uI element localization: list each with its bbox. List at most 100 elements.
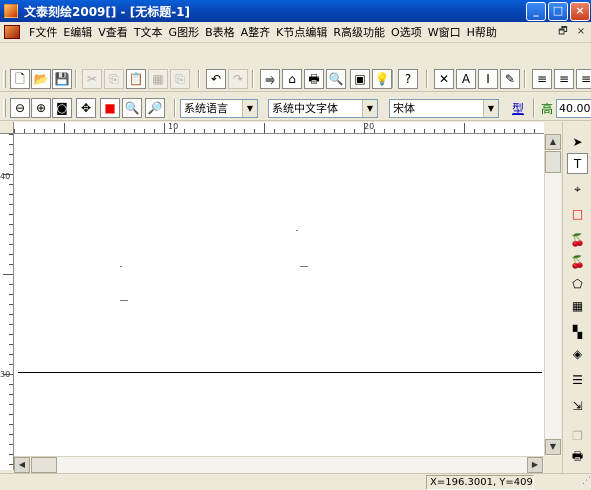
font-type-link[interactable]: 型 (512, 100, 524, 117)
save-icon[interactable]: 💾 (52, 69, 72, 89)
zoom-in-icon[interactable]: ⊕ (31, 98, 51, 118)
title-bar[interactable]: 文泰刻绘2009[] - [无标题-1] _ □ × (0, 0, 591, 22)
menu-item[interactable]: W窗口 (425, 25, 464, 40)
open-folder-icon[interactable]: 📂 (31, 69, 51, 89)
ruler-tick (9, 334, 13, 335)
menu-item[interactable]: K节点编辑 (273, 25, 330, 40)
cut-icon[interactable]: ✂ (82, 69, 102, 89)
canvas-mark (120, 300, 128, 301)
align-right-icon[interactable]: ≡ (576, 69, 591, 89)
zoom-out-icon[interactable]: ⊖ (10, 98, 30, 118)
color-fill-icon[interactable]: ■ (100, 98, 120, 118)
scroll-down-button[interactable]: ▼ (545, 439, 561, 455)
vertical-scroll-thumb[interactable] (545, 151, 561, 173)
chevron-down-icon[interactable]: ▼ (242, 100, 257, 117)
align-tool-icon[interactable]: ☰ (567, 369, 588, 390)
ruler-tick (9, 284, 13, 285)
menu-item[interactable]: R高级功能 (330, 25, 388, 40)
plotter-output-icon[interactable]: ▣ (350, 69, 370, 89)
menu-item[interactable]: T文本 (131, 25, 166, 40)
minimize-button[interactable]: _ (526, 2, 546, 21)
align-left-icon[interactable]: ≡ (532, 69, 552, 89)
undo-icon[interactable]: ↶ (206, 69, 226, 89)
vertical-scrollbar[interactable]: ▲ ▼ (544, 134, 561, 456)
import-icon[interactable]: ⥤ (260, 69, 280, 89)
menu-item[interactable]: O选项 (388, 25, 425, 40)
ruler-tick (9, 354, 13, 355)
chevron-down-icon[interactable]: ▼ (483, 100, 498, 117)
ruler-tick (214, 129, 215, 133)
horizontal-ruler[interactable]: 10 20 (14, 122, 544, 134)
menu-item[interactable]: E编辑 (60, 25, 95, 40)
cherry-green-icon[interactable]: 🍒 (567, 251, 588, 272)
font-select[interactable]: 宋体 ▼ (389, 99, 499, 118)
menu-item[interactable]: F文件 (26, 25, 60, 40)
table-tool-icon[interactable]: ▦ (567, 295, 588, 316)
scroll-left-button[interactable]: ◀ (14, 457, 30, 473)
font-group-select[interactable]: 系统中文字体 ▼ (268, 99, 378, 118)
language-select[interactable]: 系统语言 ▼ (180, 99, 258, 118)
toolbar-grip[interactable] (3, 99, 6, 117)
vertical-ruler[interactable]: 40 30 (0, 134, 14, 470)
mdi-restore-button[interactable]: 🗗 (556, 26, 570, 39)
select-arrow-icon[interactable]: ➤ (567, 131, 588, 152)
text-tool-icon[interactable]: T (567, 153, 588, 174)
shape-tool-icon[interactable]: ⬠ (567, 273, 588, 294)
cherry-red-icon[interactable]: 🍒 (567, 229, 588, 250)
horizontal-scrollbar[interactable]: ◀ ▶ (14, 456, 544, 473)
zoom-fit-icon[interactable]: ◙ (52, 98, 72, 118)
rectangle-tool-icon[interactable]: □ (567, 203, 588, 224)
export-tool-icon[interactable]: ⇲ (567, 395, 588, 416)
ruler-tick (234, 129, 235, 133)
menu-item[interactable]: H帮助 (464, 25, 500, 40)
chevron-down-icon[interactable]: ▼ (362, 100, 377, 117)
ruler-tick (164, 123, 165, 133)
ruler-tick (9, 184, 13, 185)
print-tool-icon[interactable]: 🖶 (567, 447, 588, 468)
print-icon[interactable]: 🖶 (304, 69, 324, 89)
paste-icon[interactable]: 📋 (126, 69, 146, 89)
ruler-tick (294, 129, 295, 133)
document-icon[interactable] (4, 25, 20, 39)
menu-item[interactable]: G图形 (166, 25, 203, 40)
print-preview-icon[interactable]: 🔍 (326, 69, 346, 89)
close-button[interactable]: × (570, 2, 590, 21)
color-palette-icon[interactable]: ▚ (567, 321, 588, 342)
toolbar-grip[interactable] (3, 70, 6, 88)
cursor-coordinates: X=196.3001, Y=409." (426, 475, 534, 490)
paste-special-icon[interactable]: ▦ (148, 69, 168, 89)
ruler-tick (484, 129, 485, 133)
maximize-button[interactable]: □ (548, 2, 568, 21)
node-edit-icon[interactable]: ⌖ (567, 179, 588, 200)
tip-bulb-icon[interactable]: 💡 (372, 69, 392, 89)
help-icon[interactable]: ? (398, 69, 418, 89)
ruler-label: 40 (0, 172, 11, 181)
copy-icon[interactable]: ⎘ (104, 69, 124, 89)
edit-text-icon[interactable]: ✎ (500, 69, 520, 89)
menu-item[interactable]: B表格 (202, 25, 238, 40)
italic-icon[interactable]: I (478, 69, 498, 89)
menu-item[interactable]: A整齐 (238, 25, 274, 40)
resize-grip-icon[interactable]: ⋰ (577, 476, 591, 490)
toolbar-separator (174, 99, 176, 117)
paste-link-icon[interactable]: ⎘ (170, 69, 190, 89)
new-file-icon[interactable]: 🗋 (10, 69, 30, 89)
layers-disabled-icon[interactable]: ❐ (567, 425, 588, 446)
menu-item[interactable]: V查看 (95, 25, 131, 40)
horizontal-scroll-thumb[interactable] (31, 457, 57, 473)
fill-bucket-icon[interactable]: ◈ (567, 343, 588, 364)
align-center-icon[interactable]: ≡ (554, 69, 574, 89)
snap-tool-icon[interactable]: ✕ (434, 69, 454, 89)
text-frame-icon[interactable]: A (456, 69, 476, 89)
redo-icon[interactable]: ↷ (228, 69, 248, 89)
drawing-canvas[interactable] (14, 134, 544, 456)
zoom-page-icon[interactable]: 🔎 (145, 98, 165, 118)
ruler-tick (9, 384, 13, 385)
scroll-right-button[interactable]: ▶ (527, 457, 543, 473)
zoom-select-icon[interactable]: 🔍 (122, 98, 142, 118)
scroll-up-button[interactable]: ▲ (545, 134, 561, 150)
height-input[interactable]: 40.000 (556, 99, 591, 118)
pan-icon[interactable]: ✥ (76, 98, 96, 118)
cut-path-icon[interactable]: ⌂ (282, 69, 302, 89)
mdi-close-button[interactable]: × (574, 26, 588, 39)
